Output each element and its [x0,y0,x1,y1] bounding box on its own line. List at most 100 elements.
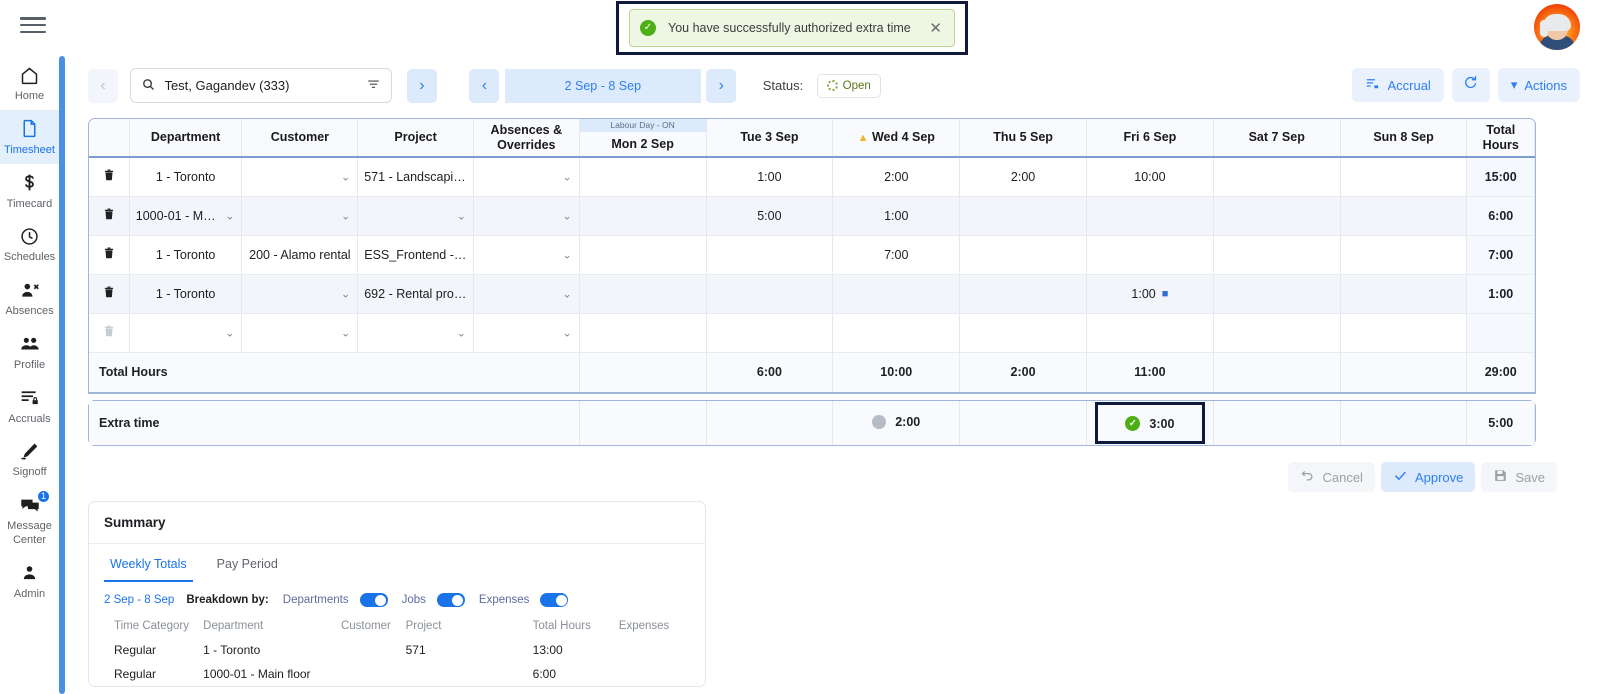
sidebar-item-timecard[interactable]: Timecard [0,164,59,218]
header-department[interactable]: Department [129,119,243,158]
tab-pay-period[interactable]: Pay Period [211,544,284,582]
toggle-expenses[interactable] [540,593,569,607]
cell-department[interactable]: 1 - Toronto [129,235,243,275]
cell-tue[interactable] [706,235,834,275]
trash-icon[interactable] [89,235,130,275]
cell-tue[interactable] [706,313,834,353]
cell-wed[interactable]: 1:00 [832,196,961,236]
trash-icon[interactable] [89,274,130,314]
cell-absences[interactable]: ⌄ [473,274,580,314]
cell-department[interactable]: 1000-01 - Main flo…⌄ [129,196,243,236]
sidebar-item-schedules[interactable]: Schedules [0,217,59,271]
extra-mon[interactable] [578,401,707,445]
cell-sun[interactable] [1340,235,1468,275]
cell-thu[interactable] [959,196,1087,236]
tab-weekly-totals[interactable]: Weekly Totals [104,544,193,582]
cell-fri[interactable]: 10:00 [1086,157,1214,197]
extra-thu[interactable] [959,401,1087,445]
cell-fri[interactable] [1086,235,1214,275]
toggle-jobs[interactable] [436,593,465,607]
filter-icon[interactable] [366,77,381,95]
cell-mon[interactable] [578,235,707,275]
employee-search[interactable]: Test, Gagandev (333) [130,68,393,103]
sidebar-item-absences[interactable]: Absences [0,271,59,325]
toggle-departments[interactable] [359,593,388,607]
cell-department[interactable]: 1 - Toronto [129,157,243,197]
save-button[interactable]: Save [1481,462,1557,492]
sidebar-item-admin[interactable]: Admin [0,554,59,608]
cell-thu[interactable] [959,274,1087,314]
cell-tue[interactable]: 5:00 [706,196,834,236]
hamburger-icon[interactable] [20,15,46,35]
cancel-button[interactable]: Cancel [1288,462,1375,492]
cell-sat[interactable] [1213,196,1341,236]
accrual-button[interactable]: Accrual [1352,68,1444,102]
cell-absences[interactable]: ⌄ [473,196,580,236]
cell-sun[interactable] [1340,274,1468,314]
close-icon[interactable]: ✕ [927,19,944,37]
cell-fri[interactable]: 1:00 ■ [1086,274,1214,314]
prev-week-button[interactable]: ‹ [469,68,500,103]
cell-sun[interactable] [1340,157,1468,197]
sidebar-item-signoff[interactable]: Signoff [0,432,59,486]
cell-customer[interactable]: ⌄ [241,157,359,197]
cell-sun[interactable] [1340,196,1468,236]
cell-thu[interactable] [959,235,1087,275]
sidebar-item-home[interactable]: Home [0,56,59,110]
cell-absences[interactable]: ⌄ [473,157,580,197]
sidebar-item-accruals[interactable]: Accruals [0,379,59,433]
cell-customer[interactable]: ⌄ [241,313,359,353]
cell-mon[interactable] [578,313,707,353]
cell-sun[interactable] [1340,313,1468,353]
header-thu-5-sep[interactable]: Thu 5 Sep [959,119,1087,158]
cell-sat[interactable] [1213,157,1341,197]
cell-fri[interactable] [1086,196,1214,236]
cell-thu[interactable]: 2:00 [959,157,1087,197]
extra-sat[interactable] [1213,401,1341,445]
cell-project[interactable]: ⌄ [357,313,474,353]
cell-customer[interactable]: ⌄ [241,274,359,314]
prev-employee-button[interactable]: ‹ [88,68,118,103]
header-absences-overrides[interactable]: Absences & Overrides [473,119,580,158]
trash-icon[interactable] [89,157,130,197]
sidebar-item-message-center[interactable]: 1 Message Center [0,486,59,554]
trash-icon[interactable] [89,196,130,236]
next-employee-button[interactable]: › [406,68,437,103]
cell-wed[interactable]: 7:00 [832,235,961,275]
avatar[interactable] [1534,4,1580,50]
header-wed-4-sep[interactable]: ▲ Wed 4 Sep [832,119,961,158]
cell-wed[interactable] [832,274,961,314]
cell-thu[interactable] [959,313,1087,353]
cell-project[interactable]: ESS_Frontend - ES… [357,235,474,275]
sidebar-item-profile[interactable]: Profile [0,325,59,379]
sidebar-item-timesheet[interactable]: Timesheet [0,109,59,164]
refresh-button[interactable] [1451,68,1490,102]
cell-absences[interactable]: ⌄ [473,313,580,353]
cell-sat[interactable] [1213,235,1341,275]
header-tue-3-sep[interactable]: Tue 3 Sep [706,119,834,158]
week-range-selector[interactable]: 2 Sep - 8 Sep [504,68,701,103]
next-week-button[interactable]: › [706,68,737,103]
cell-department[interactable]: 1 - Toronto [129,274,243,314]
cell-sat[interactable] [1213,313,1341,353]
cell-tue[interactable]: 1:00 [706,157,834,197]
search-input[interactable]: Test, Gagandev (333) [164,78,366,93]
header-mon-2-sep[interactable]: Labour Day - ON Mon 2 Sep [578,119,707,158]
header-sun-8-sep[interactable]: Sun 8 Sep [1340,119,1468,158]
extra-wed[interactable]: 2:00 [832,401,961,445]
header-fri-6-sep[interactable]: Fri 6 Sep [1086,119,1214,158]
cell-absences[interactable]: ⌄ [473,235,580,275]
extra-fri[interactable]: ✓ 3:00 [1086,401,1214,445]
cell-tue[interactable] [706,274,834,314]
cell-project[interactable]: ⌄ [357,196,474,236]
cell-mon[interactable] [578,157,707,197]
header-sat-7-sep[interactable]: Sat 7 Sep [1213,119,1341,158]
cell-sat[interactable] [1213,274,1341,314]
cell-department[interactable]: ⌄ [129,313,243,353]
cell-wed[interactable]: 2:00 [832,157,961,197]
cell-wed[interactable] [832,313,961,353]
extra-tue[interactable] [706,401,834,445]
extra-sun[interactable] [1340,401,1468,445]
header-project[interactable]: Project [357,119,474,158]
actions-button[interactable]: ▾ Actions [1497,68,1580,102]
